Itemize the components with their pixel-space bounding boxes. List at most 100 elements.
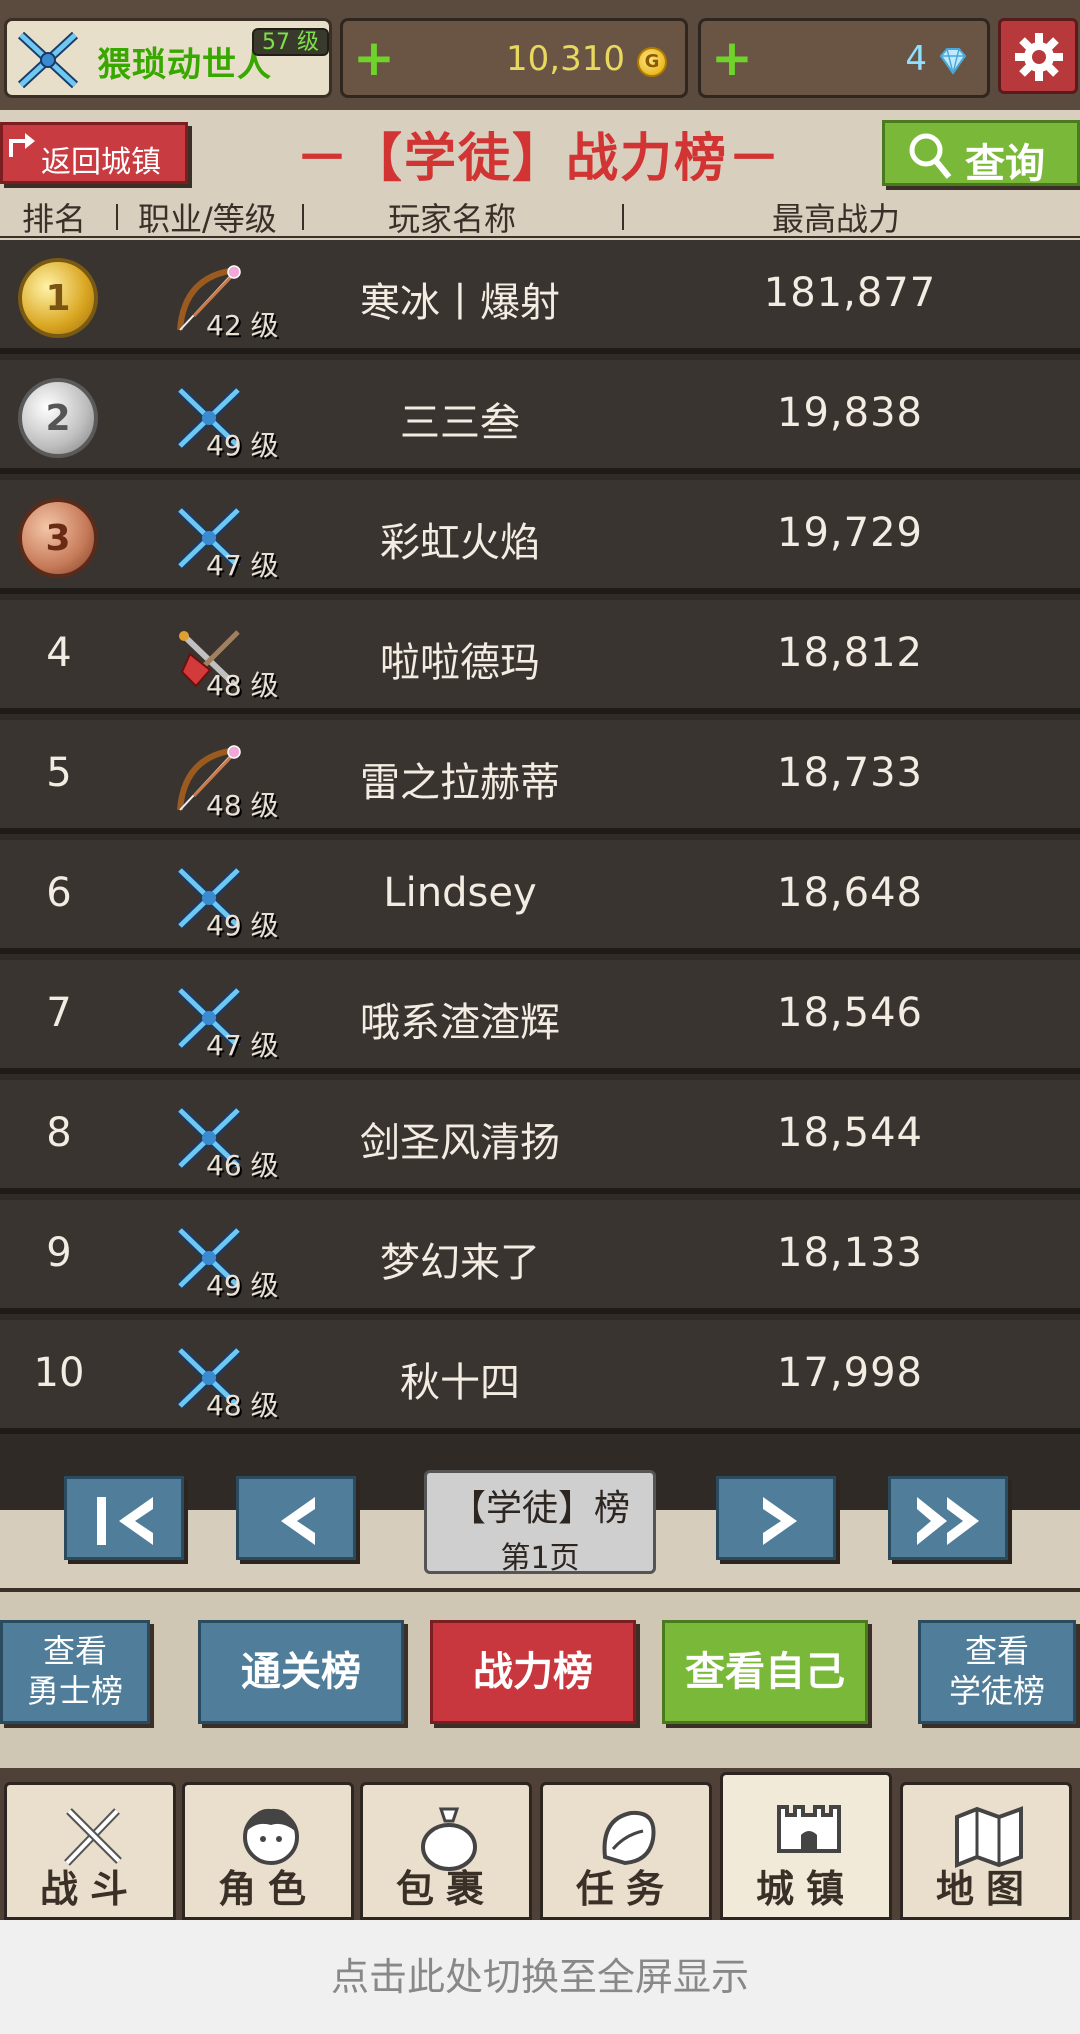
next-page-button[interactable] (716, 1476, 836, 1560)
ranking-row[interactable]: 9 49 级 梦幻来了 18,133 (0, 1200, 1080, 1314)
col-rank: 排名 (22, 200, 87, 238)
clear-board-button[interactable]: 通关榜 (198, 1620, 404, 1724)
player-profile[interactable]: 猥琐动世人 57 级 (4, 18, 332, 98)
col-power: 最高战力 (772, 200, 901, 238)
row-player-name: 雷之拉赫蒂 (360, 760, 560, 806)
back-label: 返回城镇 (41, 145, 161, 180)
row-rank: 6 (46, 870, 72, 916)
nav-battle[interactable]: 战斗 (4, 1782, 176, 1920)
row-power: 19,729 (777, 510, 923, 556)
row-level: 48 级 (206, 669, 279, 702)
silver-medal-icon: 2 (18, 378, 98, 458)
gold-amount: 10,310 (506, 39, 625, 79)
nav-label: 包裹 (395, 1867, 496, 1911)
gold-coin-icon: G (637, 47, 667, 77)
row-player-name: 梦幻来了 (380, 1240, 540, 1286)
search-button[interactable]: 查询 (882, 120, 1080, 187)
diamond-icon (939, 48, 967, 75)
gem-counter: + 4 (698, 18, 990, 98)
power-board-button[interactable]: 战力榜 (430, 1620, 636, 1724)
board-switcher: 查看 勇士榜 通关榜 战力榜 查看自己 查看 学徒榜 (0, 1588, 1080, 1768)
col-class: 职业/等级 (138, 200, 277, 238)
gear-icon (1015, 33, 1063, 81)
row-level: 48 级 (206, 789, 279, 822)
gold-counter: + 10,310 G (340, 18, 688, 98)
back-to-town-button[interactable]: 返回城镇 (0, 122, 188, 184)
view-apprentice-board-button[interactable]: 查看 学徒榜 (918, 1620, 1076, 1724)
first-page-button[interactable] (64, 1476, 184, 1560)
last-page-button[interactable] (888, 1476, 1008, 1560)
ranking-row[interactable]: 7 47 级 哦系渣渣辉 18,546 (0, 960, 1080, 1074)
row-level: 47 级 (206, 549, 279, 582)
title-row: 返回城镇 －【学徒】战力榜－ 查询 (0, 110, 1080, 190)
view-warrior-board-button[interactable]: 查看 勇士榜 (0, 1620, 150, 1724)
row-level: 49 级 (206, 429, 279, 462)
row-player-name: 三三叁 (400, 400, 520, 446)
gold-medal-icon: 1 (18, 258, 98, 338)
view-self-button[interactable]: 查看自己 (662, 1620, 868, 1724)
nav-label: 任务 (575, 1867, 676, 1911)
crossed-swords-icon (17, 31, 79, 89)
row-player-name: 寒冰丨爆射 (360, 280, 560, 326)
row-power: 18,733 (777, 750, 923, 796)
ranking-row[interactable]: 1 42 级 寒冰丨爆射 181,877 (0, 240, 1080, 354)
add-gem-button[interactable]: + (711, 33, 753, 83)
row-power: 18,812 (777, 630, 923, 676)
row-rank: 5 (46, 750, 72, 796)
row-player-name: Lindsey (383, 870, 537, 916)
row-power: 18,648 (777, 870, 923, 916)
row-power: 17,998 (777, 1350, 923, 1396)
nav-quest[interactable]: 任务 (540, 1782, 712, 1920)
row-power: 19,838 (777, 390, 923, 436)
row-rank: 4 (46, 630, 72, 676)
add-gold-button[interactable]: + (353, 33, 395, 83)
button-label: 战力榜 (473, 1649, 593, 1695)
bottom-navigation: 战斗 角色 包裹 任务 城镇 地图 (0, 1768, 1080, 1920)
player-level-badge: 57 级 (252, 28, 329, 56)
nav-town[interactable]: 城镇 (720, 1772, 892, 1920)
settings-button[interactable] (998, 18, 1078, 94)
nav-label: 城镇 (755, 1867, 856, 1911)
row-level: 47 级 (206, 1029, 279, 1062)
ranking-row[interactable]: 10 48 级 秋十四 17,998 (0, 1320, 1080, 1434)
page-number: 第1页 (500, 1541, 580, 1576)
ranking-row[interactable]: 3 47 级 彩虹火焰 19,729 (0, 480, 1080, 594)
col-name: 玩家名称 (388, 200, 517, 238)
col-separator (302, 204, 304, 230)
fullscreen-toggle[interactable]: 点击此处切换至全屏显示 (0, 1920, 1080, 2034)
gem-amount: 4 (905, 39, 927, 79)
row-level: 42 级 (206, 309, 279, 342)
row-player-name: 啦啦德玛 (380, 640, 540, 686)
row-player-name: 秋十四 (400, 1360, 520, 1406)
row-level: 49 级 (206, 1269, 279, 1302)
row-player-name: 彩虹火焰 (380, 520, 540, 566)
ranking-row[interactable]: 8 46 级 剑圣风清扬 18,544 (0, 1080, 1080, 1194)
nav-character[interactable]: 角色 (182, 1782, 354, 1920)
row-level: 46 级 (206, 1149, 279, 1182)
button-label: 查看自己 (685, 1649, 845, 1695)
button-label: 学徒榜 (948, 1672, 1045, 1710)
nav-map[interactable]: 地图 (900, 1782, 1072, 1920)
ranking-row[interactable]: 2 49 级 三三叁 19,838 (0, 360, 1080, 474)
player-name: 猥琐动世人 (97, 45, 272, 85)
nav-label: 战斗 (39, 1867, 140, 1911)
row-player-name: 剑圣风清扬 (360, 1120, 560, 1166)
row-level: 48 级 (206, 1389, 279, 1422)
nav-bag[interactable]: 包裹 (360, 1782, 532, 1920)
castle-icon (777, 1805, 841, 1853)
bronze-medal-icon: 3 (18, 498, 98, 578)
ranking-row[interactable]: 6 49 级 Lindsey 18,648 (0, 840, 1080, 954)
prev-page-button[interactable] (236, 1476, 356, 1560)
button-label: 查看 (42, 1632, 107, 1670)
col-separator (116, 204, 118, 230)
return-arrow-icon (9, 133, 35, 157)
ranking-row[interactable]: 4 48 级 啦啦德玛 18,812 (0, 600, 1080, 714)
row-rank: 10 (33, 1350, 85, 1396)
magnifier-icon (909, 133, 952, 179)
nav-label: 角色 (217, 1867, 318, 1911)
page-indicator: 【学徒】榜 第1页 (424, 1470, 656, 1576)
button-label: 通关榜 (241, 1649, 361, 1695)
ranking-row[interactable]: 5 48 级 雷之拉赫蒂 18,733 (0, 720, 1080, 834)
column-header: 排名 职业/等级 玩家名称 最高战力 (0, 190, 1080, 238)
nav-label: 地图 (935, 1867, 1036, 1911)
